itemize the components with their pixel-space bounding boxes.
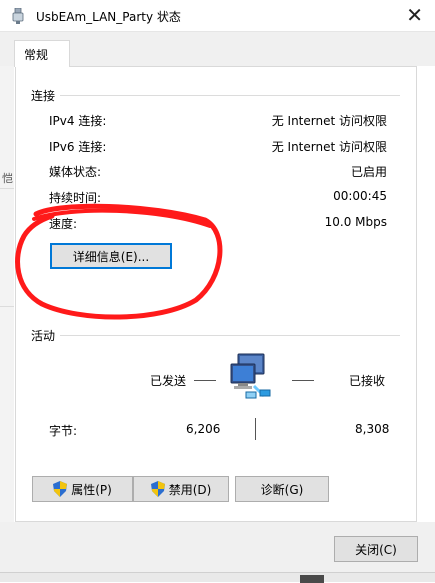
disable-button[interactable]: 禁用(D) bbox=[133, 476, 229, 502]
details-button[interactable]: 详细信息(E)... bbox=[50, 243, 172, 269]
activity-group-line bbox=[60, 335, 400, 336]
tab-panel bbox=[15, 66, 417, 522]
received-dash bbox=[292, 380, 314, 381]
connection-group-label: 连接 bbox=[31, 89, 56, 103]
ipv6-value: 无 Internet 访问权限 bbox=[271, 140, 387, 154]
title-bar: UsbEAm_LAN_Party 状态 ✕ bbox=[0, 0, 435, 32]
background-bottom-edge bbox=[0, 572, 435, 583]
tab-general[interactable]: 常规 bbox=[14, 40, 70, 67]
disable-label: 禁用(D) bbox=[168, 482, 212, 497]
duration-label: 持续时间: bbox=[49, 191, 102, 205]
background-window-edge: 恺 bbox=[0, 66, 14, 536]
media-state-value: 已启用 bbox=[350, 165, 387, 179]
bytes-divider bbox=[255, 418, 256, 440]
sent-dash bbox=[194, 380, 216, 381]
received-label: 已接收 bbox=[349, 374, 386, 388]
window-title: UsbEAm_LAN_Party 状态 bbox=[36, 10, 181, 24]
properties-label: 属性(P) bbox=[71, 482, 112, 497]
close-button[interactable]: 关闭(C) bbox=[334, 536, 418, 562]
close-icon[interactable]: ✕ bbox=[406, 3, 423, 27]
background-text: 恺 bbox=[2, 172, 13, 185]
diagnose-button[interactable]: 诊断(G) bbox=[235, 476, 329, 502]
connection-group-line bbox=[60, 95, 400, 96]
tab-label: 常规 bbox=[24, 48, 49, 62]
activity-group-label: 活动 bbox=[31, 329, 56, 343]
speed-label: 速度: bbox=[49, 217, 78, 231]
properties-button[interactable]: 属性(P) bbox=[32, 476, 133, 502]
duration-value: 00:00:45 bbox=[333, 189, 387, 203]
ipv4-value: 无 Internet 访问权限 bbox=[271, 114, 387, 128]
ipv6-label: IPv6 连接: bbox=[49, 140, 107, 154]
network-adapter-icon bbox=[12, 8, 24, 24]
media-state-label: 媒体状态: bbox=[49, 165, 102, 179]
bytes-sent-value: 6,206 bbox=[186, 422, 221, 436]
bytes-received-value: 8,308 bbox=[355, 422, 390, 436]
uac-shield-icon bbox=[53, 481, 68, 497]
bytes-label: 字节: bbox=[49, 424, 78, 438]
network-computers-icon bbox=[230, 353, 271, 399]
uac-shield-icon bbox=[150, 481, 165, 497]
sent-label: 已发送 bbox=[150, 374, 187, 388]
ipv4-label: IPv4 连接: bbox=[49, 114, 107, 128]
speed-value: 10.0 Mbps bbox=[324, 215, 387, 229]
